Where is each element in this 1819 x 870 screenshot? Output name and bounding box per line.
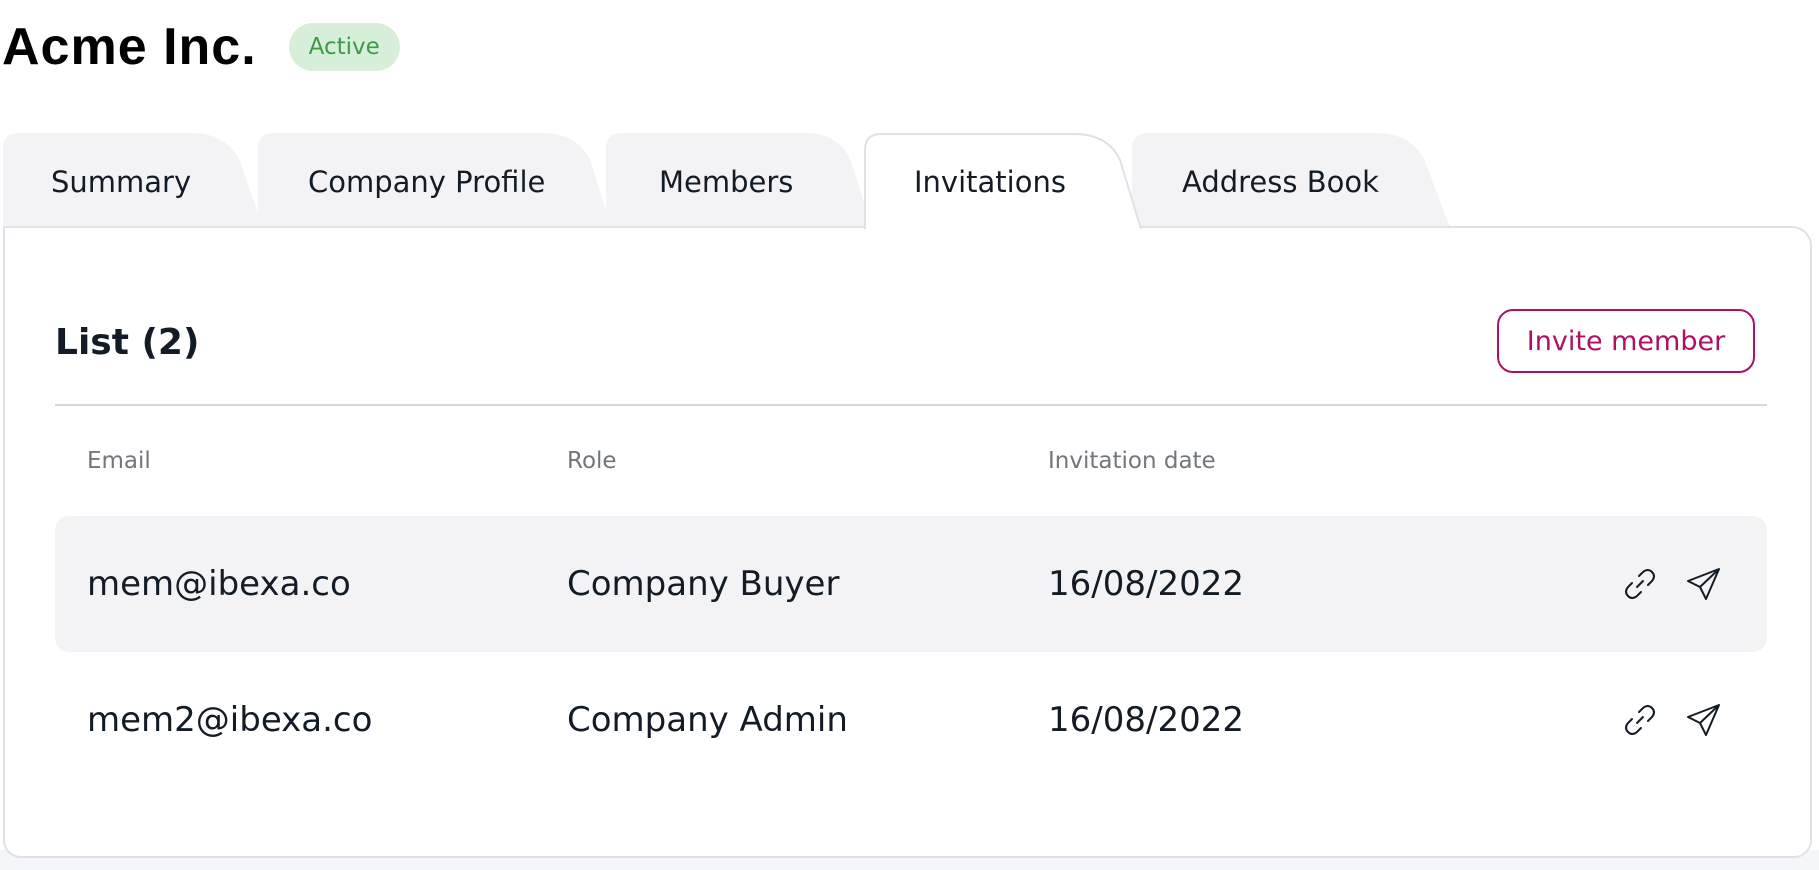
tab-address-book-label: Address Book bbox=[1182, 165, 1379, 199]
table-row: mem@ibexa.co Company Buyer 16/08/2022 bbox=[55, 516, 1767, 652]
role-cell: Company Admin bbox=[567, 700, 848, 740]
send-icon[interactable] bbox=[1684, 700, 1724, 740]
send-icon[interactable] bbox=[1684, 564, 1724, 604]
column-header-email: Email bbox=[87, 448, 151, 474]
tab-summary-label: Summary bbox=[51, 165, 192, 199]
tab-company-profile[interactable]: Company Profile bbox=[258, 133, 611, 227]
role-cell: Company Buyer bbox=[567, 564, 840, 604]
tab-address-book[interactable]: Address Book bbox=[1132, 133, 1450, 227]
link-icon[interactable] bbox=[1620, 700, 1660, 740]
invitation-date-cell: 16/08/2022 bbox=[1048, 564, 1244, 604]
invite-member-button[interactable]: Invite member bbox=[1497, 309, 1755, 373]
tab-bar: Summary Company Profile Members Invitati… bbox=[3, 133, 1503, 230]
column-header-invitation-date: Invitation date bbox=[1048, 448, 1216, 474]
page-header: Acme Inc. Active bbox=[2, 12, 400, 82]
divider bbox=[55, 404, 1767, 406]
email-cell: mem2@ibexa.co bbox=[87, 700, 373, 740]
tab-summary[interactable]: Summary bbox=[3, 133, 263, 227]
table-row: mem2@ibexa.co Company Admin 16/08/2022 bbox=[55, 652, 1767, 788]
tab-company-profile-label: Company Profile bbox=[308, 165, 546, 199]
invitation-date-cell: 16/08/2022 bbox=[1048, 700, 1244, 740]
page: Acme Inc. Active Summary Company Profile… bbox=[0, 0, 1819, 870]
list-title: List (2) bbox=[55, 322, 200, 363]
tab-members[interactable]: Members bbox=[606, 133, 872, 227]
link-icon[interactable] bbox=[1620, 564, 1660, 604]
tab-members-label: Members bbox=[659, 165, 794, 199]
tab-invitations-label: Invitations bbox=[914, 165, 1066, 199]
email-cell: mem@ibexa.co bbox=[87, 564, 351, 604]
status-badge: Active bbox=[288, 23, 400, 71]
page-title: Acme Inc. bbox=[2, 18, 257, 76]
invitations-panel: List (2) Invite member Email Role Invita… bbox=[3, 226, 1812, 858]
tab-invitations[interactable]: Invitations bbox=[864, 133, 1142, 230]
column-header-role: Role bbox=[567, 448, 617, 474]
